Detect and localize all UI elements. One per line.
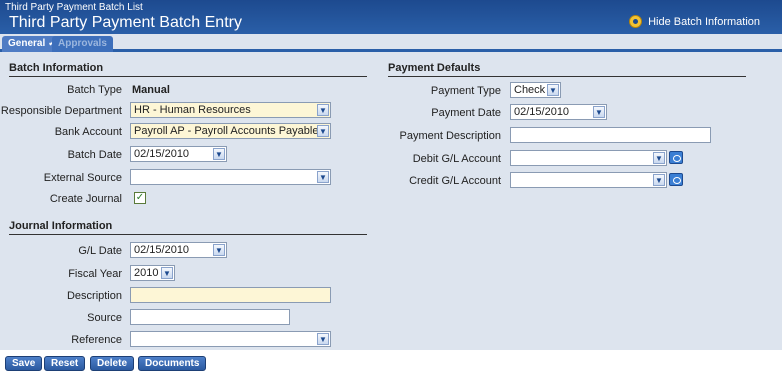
fiscal-year-value: 2010	[134, 267, 159, 279]
tab-strip: General ✓ Approvals	[0, 34, 782, 52]
create-journal-checkbox[interactable]: ✓	[134, 192, 146, 204]
dept-label: Responsible Department	[0, 105, 122, 117]
chevron-down-icon[interactable]: ▼	[161, 267, 173, 279]
fiscal-year-select[interactable]: 2010 ▼	[130, 265, 175, 281]
payment-type-select[interactable]: Check ▼	[510, 82, 561, 98]
reference-label: Reference	[71, 334, 122, 346]
payment-date-field[interactable]: 02/15/2010 ▼	[510, 104, 607, 120]
chevron-down-icon[interactable]: ▼	[317, 125, 329, 137]
batch-date-value: 02/15/2010	[134, 148, 190, 160]
gl-date-value: 02/15/2010	[134, 244, 190, 256]
form-area: Batch Information Batch Type Manual Resp…	[0, 55, 782, 350]
batch-type-label: Batch Type	[67, 84, 122, 96]
debit-gl-lookup-icon[interactable]	[669, 151, 683, 164]
tab-approvals[interactable]: Approvals	[52, 36, 113, 52]
journal-info-heading: Journal Information	[9, 220, 367, 235]
credit-gl-select[interactable]: ▼	[510, 172, 667, 188]
delete-button[interactable]: Delete	[90, 356, 135, 371]
bank-label: Bank Account	[54, 126, 122, 138]
chevron-down-icon[interactable]: ▼	[593, 106, 605, 118]
payment-description-input[interactable]	[510, 127, 711, 143]
hide-batch-info-link[interactable]: Hide Batch Information	[629, 15, 760, 28]
chevron-down-icon[interactable]: ▼	[317, 104, 329, 116]
description-input[interactable]	[130, 287, 331, 303]
hide-batch-info-label: Hide Batch Information	[648, 15, 760, 28]
batch-date-field[interactable]: 02/15/2010 ▼	[130, 146, 227, 162]
documents-button[interactable]: Documents	[138, 356, 207, 371]
dept-select[interactable]: HR - Human Resources ▼	[130, 102, 331, 118]
payment-defaults-heading: Payment Defaults	[388, 62, 746, 77]
create-journal-label: Create Journal	[49, 193, 122, 205]
reset-button[interactable]: Reset	[44, 356, 86, 371]
chevron-down-icon[interactable]: ▼	[213, 244, 225, 256]
bank-value: Payroll AP - Payroll Accounts Payable	[134, 125, 319, 137]
credit-gl-label: Credit G/L Account	[409, 175, 501, 187]
batch-info-heading: Batch Information	[9, 62, 367, 77]
header-bar: Third Party Payment Batch List Third Par…	[0, 0, 782, 34]
credit-gl-lookup-icon[interactable]	[669, 173, 683, 186]
payment-date-value: 02/15/2010	[514, 106, 570, 118]
payment-description-label: Payment Description	[399, 130, 502, 142]
payment-type-label: Payment Type	[430, 85, 501, 97]
button-bar: Save Reset Delete Documents	[0, 350, 782, 375]
chevron-down-icon[interactable]: ▼	[653, 152, 665, 164]
save-button[interactable]: Save	[5, 356, 43, 371]
reference-select[interactable]: ▼	[130, 331, 331, 347]
gl-date-field[interactable]: 02/15/2010 ▼	[130, 242, 227, 258]
breadcrumb[interactable]: Third Party Payment Batch List	[5, 2, 143, 13]
chevron-down-icon[interactable]: ▼	[317, 171, 329, 183]
chevron-down-icon[interactable]: ▼	[547, 84, 559, 96]
debit-gl-select[interactable]: ▼	[510, 150, 667, 166]
batch-date-label: Batch Date	[67, 149, 122, 161]
description-label: Description	[66, 290, 122, 302]
chevron-down-icon[interactable]: ▼	[317, 333, 329, 345]
dept-value: HR - Human Resources	[134, 104, 251, 116]
debit-gl-label: Debit G/L Account	[412, 153, 501, 165]
batch-type-value: Manual	[132, 84, 170, 96]
fiscal-year-label: Fiscal Year	[68, 268, 122, 280]
payment-type-value: Check	[514, 84, 546, 96]
external-source-label: External Source	[43, 172, 122, 184]
chevron-down-icon[interactable]: ▼	[653, 174, 665, 186]
source-label: Source	[87, 312, 122, 324]
payment-date-label: Payment Date	[431, 107, 501, 119]
source-input[interactable]	[130, 309, 290, 325]
gl-date-label: G/L Date	[78, 245, 122, 257]
external-source-select[interactable]: ▼	[130, 169, 331, 185]
bank-select[interactable]: Payroll AP - Payroll Accounts Payable ▼	[130, 123, 331, 139]
chevron-down-icon[interactable]: ▼	[213, 148, 225, 160]
toggle-info-icon	[629, 15, 643, 28]
page-title: Third Party Payment Batch Entry	[9, 14, 242, 31]
